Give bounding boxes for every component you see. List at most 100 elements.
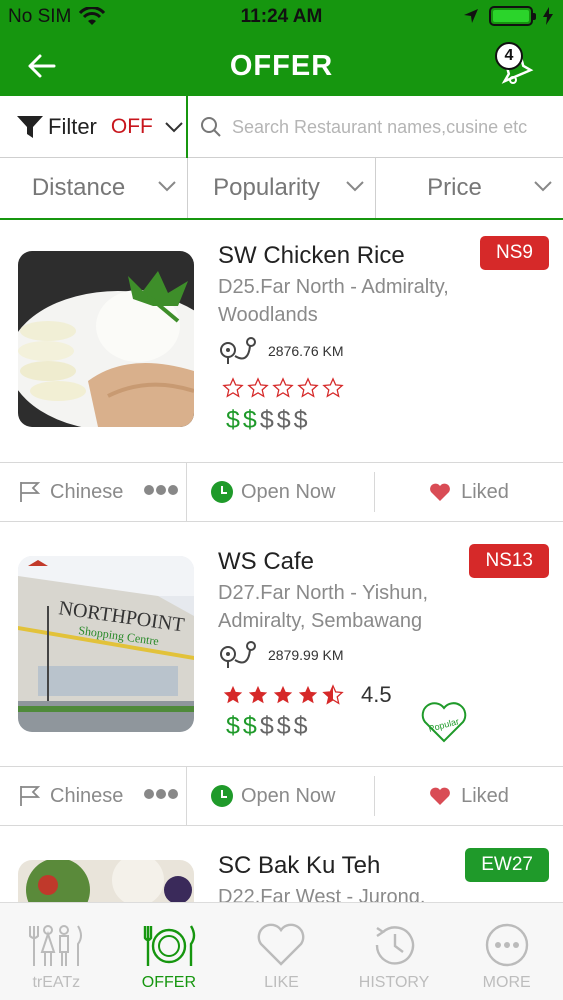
filter-search-bar: Filter OFF — [0, 96, 563, 158]
status-bar: No SIM 11:24 AM — [0, 0, 563, 36]
star-empty-icon — [322, 377, 344, 398]
cuisine-label: Chinese — [50, 784, 124, 807]
more-dots-icon — [485, 923, 528, 967]
station-tag: NS13 — [469, 544, 549, 578]
tab-history[interactable]: HISTORY — [338, 903, 451, 1000]
star-filled-icon — [273, 685, 293, 704]
like-button[interactable]: Liked — [375, 766, 563, 826]
more-dots-icon[interactable] — [144, 788, 178, 800]
flag-icon — [20, 482, 41, 502]
distance-label: 2876.76 KM — [268, 343, 344, 359]
search-box[interactable] — [188, 96, 563, 158]
card-actions: Chinese Open Now Liked — [0, 462, 563, 522]
sort-bar: Distance Popularity Price — [0, 158, 563, 220]
tab-treatz[interactable]: trEATz — [0, 903, 113, 1000]
heart-outline-icon — [258, 923, 305, 966]
more-dots-icon[interactable] — [144, 484, 178, 496]
restaurant-card[interactable]: SC Bak Ku Teh D22.Far West - Jurong, EW2… — [0, 826, 563, 902]
cuisine-cell: Chinese — [0, 462, 187, 522]
sort-price[interactable]: Price — [375, 158, 563, 218]
price-level: $$$$$ — [226, 406, 311, 434]
restaurant-name: SW Chicken Rice — [218, 242, 405, 269]
page-title: OFFER — [229, 50, 334, 82]
tab-history-label: HISTORY — [358, 974, 430, 991]
notification-badge: 4 — [495, 42, 523, 70]
distance-row: 2876.76 KM — [218, 336, 344, 366]
restaurant-address: D22.Far West - Jurong, — [218, 886, 426, 902]
filter-toggle[interactable]: Filter OFF — [0, 96, 188, 158]
sort-popularity-label: Popularity — [213, 174, 320, 201]
open-status-label: Open Now — [241, 784, 336, 807]
star-empty-icon — [272, 377, 294, 398]
chevron-down-icon — [165, 122, 183, 133]
like-label: Liked — [461, 784, 509, 807]
restaurant-photo: NORTHPOINT Shopping Centre — [18, 556, 194, 732]
tab-more[interactable]: MORE — [450, 903, 563, 1000]
history-clock-icon — [375, 926, 415, 965]
charging-bolt-icon — [543, 7, 553, 25]
station-tag: NS9 — [480, 236, 549, 270]
tab-like[interactable]: LIKE — [225, 903, 338, 1000]
star-half-icon — [322, 684, 344, 705]
star-empty-icon — [247, 377, 269, 398]
restaurant-name: SC Bak Ku Teh — [218, 852, 381, 879]
utensils-people-icon — [29, 925, 83, 966]
star-filled-icon — [223, 685, 243, 704]
flag-icon — [20, 786, 41, 806]
heart-icon — [430, 787, 451, 805]
funnel-icon — [17, 116, 43, 138]
card-actions: Chinese Open Now Liked — [0, 766, 563, 826]
cuisine-label: Chinese — [50, 480, 124, 503]
search-input[interactable] — [232, 116, 552, 138]
rating-stars — [222, 377, 344, 399]
app-header: OFFER 4 — [0, 36, 563, 96]
rating-stars: 4.5 — [222, 682, 392, 708]
status-right — [463, 6, 553, 26]
notification-button[interactable]: 4 — [493, 42, 537, 86]
sort-distance-label: Distance — [31, 174, 126, 201]
sort-distance[interactable]: Distance — [0, 158, 187, 218]
star-empty-icon — [222, 377, 244, 398]
map-route-icon — [220, 337, 256, 364]
sort-price-label: Price — [427, 174, 482, 201]
chevron-down-icon — [534, 181, 552, 192]
tab-offer[interactable]: OFFER — [113, 903, 226, 1000]
open-status-cell: Open Now — [187, 472, 375, 512]
star-empty-icon — [297, 377, 319, 398]
restaurant-address: D27.Far North - Yishun, Admiralty, Semba… — [218, 582, 429, 632]
restaurant-card[interactable]: SW Chicken Rice D25.Far North - Admiralt… — [0, 220, 563, 462]
popular-heart-badge: Popular — [421, 702, 467, 743]
rating-value: 4.5 — [361, 682, 392, 707]
chevron-down-icon — [346, 181, 364, 192]
filter-label: Filter — [48, 114, 97, 139]
clock-icon — [211, 481, 233, 503]
distance-label: 2879.99 KM — [268, 647, 344, 663]
restaurant-photo — [18, 860, 194, 902]
plate-cutlery-icon — [143, 925, 196, 966]
tab-bar: trEATz OFFER LIKE HISTORY MORE — [0, 902, 563, 1000]
like-label: Liked — [461, 480, 509, 503]
location-arrow-icon — [464, 9, 478, 23]
like-button[interactable]: Liked — [375, 462, 563, 522]
map-route-icon — [220, 641, 256, 668]
restaurant-card[interactable]: NORTHPOINT Shopping Centre WS Cafe D27.F… — [0, 522, 563, 766]
tab-like-label: LIKE — [264, 974, 299, 991]
cuisine-cell: Chinese — [0, 766, 187, 826]
battery-icon — [489, 6, 536, 26]
search-icon — [201, 117, 221, 137]
open-status-cell: Open Now — [187, 776, 375, 816]
station-tag: EW27 — [465, 848, 549, 882]
heart-icon — [430, 483, 451, 501]
filter-state: OFF — [110, 115, 153, 138]
price-level: $$$$$ — [226, 712, 311, 740]
open-status-label: Open Now — [241, 480, 336, 503]
sort-popularity[interactable]: Popularity — [187, 158, 375, 218]
star-filled-icon — [248, 685, 268, 704]
star-filled-icon — [298, 685, 318, 704]
restaurant-address: D25.Far North - Admiralty, Woodlands — [218, 276, 449, 326]
distance-row: 2879.99 KM — [218, 640, 344, 670]
clock-icon — [211, 785, 233, 807]
chevron-down-icon — [158, 181, 176, 192]
restaurant-name: WS Cafe — [218, 548, 315, 575]
tab-more-label: MORE — [482, 974, 531, 991]
